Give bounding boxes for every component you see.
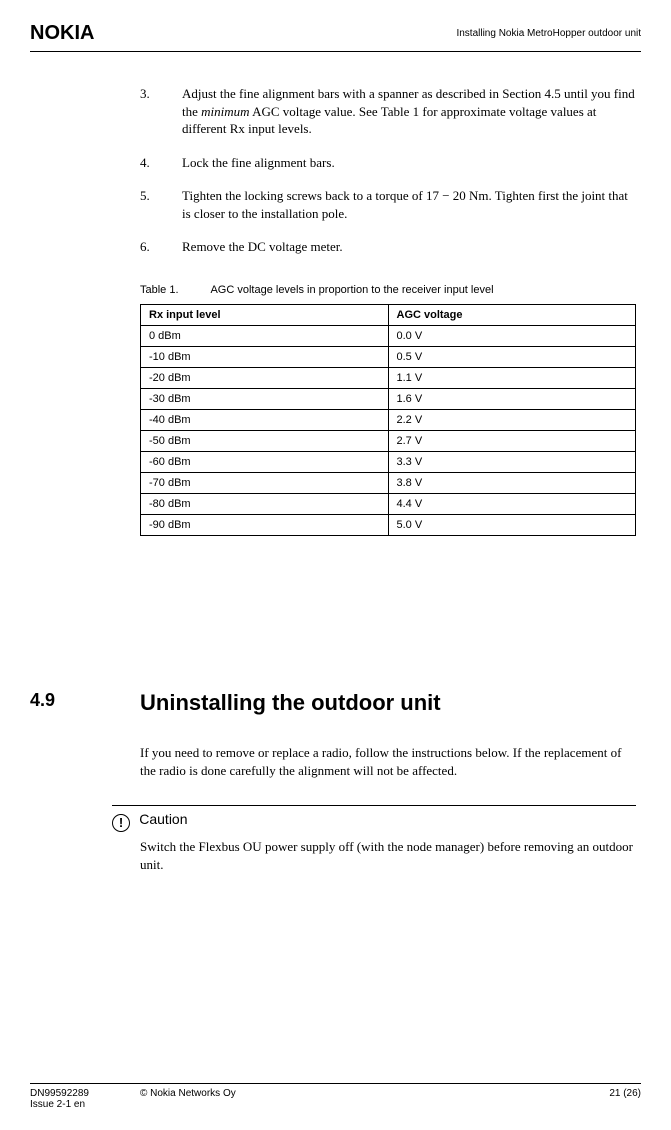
step-body: Tighten the locking screws back to a tor… [182,187,636,222]
cell-agc: 2.2 V [388,409,636,430]
nokia-logo: NOKIA [30,22,94,45]
table-row: -40 dBm2.2 V [141,409,636,430]
step-number: 3. [140,85,182,138]
cell-rx: -70 dBm [141,472,389,493]
cell-agc: 1.6 V [388,388,636,409]
table-header-agc: AGC voltage [388,304,636,325]
cell-agc: 5.0 V [388,514,636,535]
table-row: -60 dBm3.3 V [141,451,636,472]
cell-rx: -90 dBm [141,514,389,535]
section-paragraph: If you need to remove or replace a radio… [140,744,636,779]
section-title: Uninstalling the outdoor unit [140,690,441,716]
table-row: -90 dBm5.0 V [141,514,636,535]
caution-icon: ! [112,814,130,832]
text-italic: minimum [201,104,249,119]
cell-rx: -60 dBm [141,451,389,472]
caution-block: ! Caution Switch the Flexbus OU power su… [140,805,636,873]
cell-rx: -50 dBm [141,430,389,451]
page-header: NOKIA Installing Nokia MetroHopper outdo… [30,22,641,52]
agc-table: Rx input level AGC voltage 0 dBm0.0 V -1… [140,304,636,536]
section-number: 4.9 [30,690,140,716]
cell-agc: 1.1 V [388,367,636,388]
page-footer: DN99592289 Issue 2-1 en © Nokia Networks… [30,1088,641,1110]
header-title: Installing Nokia MetroHopper outdoor uni… [456,28,641,39]
cell-rx: -20 dBm [141,367,389,388]
step-6: 6. Remove the DC voltage meter. [140,238,636,256]
table-caption-text: AGC voltage levels in proportion to the … [210,284,493,296]
section-header: 4.9 Uninstalling the outdoor unit [30,690,636,716]
cell-rx: -10 dBm [141,346,389,367]
table-row: -20 dBm1.1 V [141,367,636,388]
table-caption: Table 1. AGC voltage levels in proportio… [140,284,636,296]
caution-label: Caution [139,811,187,827]
cell-agc: 2.7 V [388,430,636,451]
footer-copyright: © Nokia Networks Oy [30,1088,641,1099]
table-header-rx: Rx input level [141,304,389,325]
section-body: If you need to remove or replace a radio… [140,724,636,873]
cell-rx: -80 dBm [141,493,389,514]
caution-rule [112,805,636,806]
table-row: -50 dBm2.7 V [141,430,636,451]
step-number: 5. [140,187,182,222]
step-4: 4. Lock the fine alignment bars. [140,154,636,172]
step-body: Remove the DC voltage meter. [182,238,636,256]
step-number: 6. [140,238,182,256]
table-row: -70 dBm3.8 V [141,472,636,493]
footer-rule [30,1083,641,1084]
cell-rx: -40 dBm [141,409,389,430]
table-row: 0 dBm0.0 V [141,325,636,346]
cell-rx: -30 dBm [141,388,389,409]
main-content: 3. Adjust the fine alignment bars with a… [140,85,636,536]
table-row: -30 dBm1.6 V [141,388,636,409]
table-row: -80 dBm4.4 V [141,493,636,514]
step-number: 4. [140,154,182,172]
cell-agc: 0.5 V [388,346,636,367]
table-label: Table 1. [140,284,208,296]
cell-rx: 0 dBm [141,325,389,346]
table-row: -10 dBm0.5 V [141,346,636,367]
caution-header: ! Caution [140,811,636,832]
cell-agc: 0.0 V [388,325,636,346]
step-5: 5. Tighten the locking screws back to a … [140,187,636,222]
issue: Issue 2-1 en [30,1099,85,1110]
table-header-row: Rx input level AGC voltage [141,304,636,325]
step-3: 3. Adjust the fine alignment bars with a… [140,85,636,138]
caution-text: Switch the Flexbus OU power supply off (… [140,838,636,873]
step-body: Lock the fine alignment bars. [182,154,636,172]
step-body: Adjust the fine alignment bars with a sp… [182,85,636,138]
cell-agc: 3.8 V [388,472,636,493]
cell-agc: 3.3 V [388,451,636,472]
cell-agc: 4.4 V [388,493,636,514]
